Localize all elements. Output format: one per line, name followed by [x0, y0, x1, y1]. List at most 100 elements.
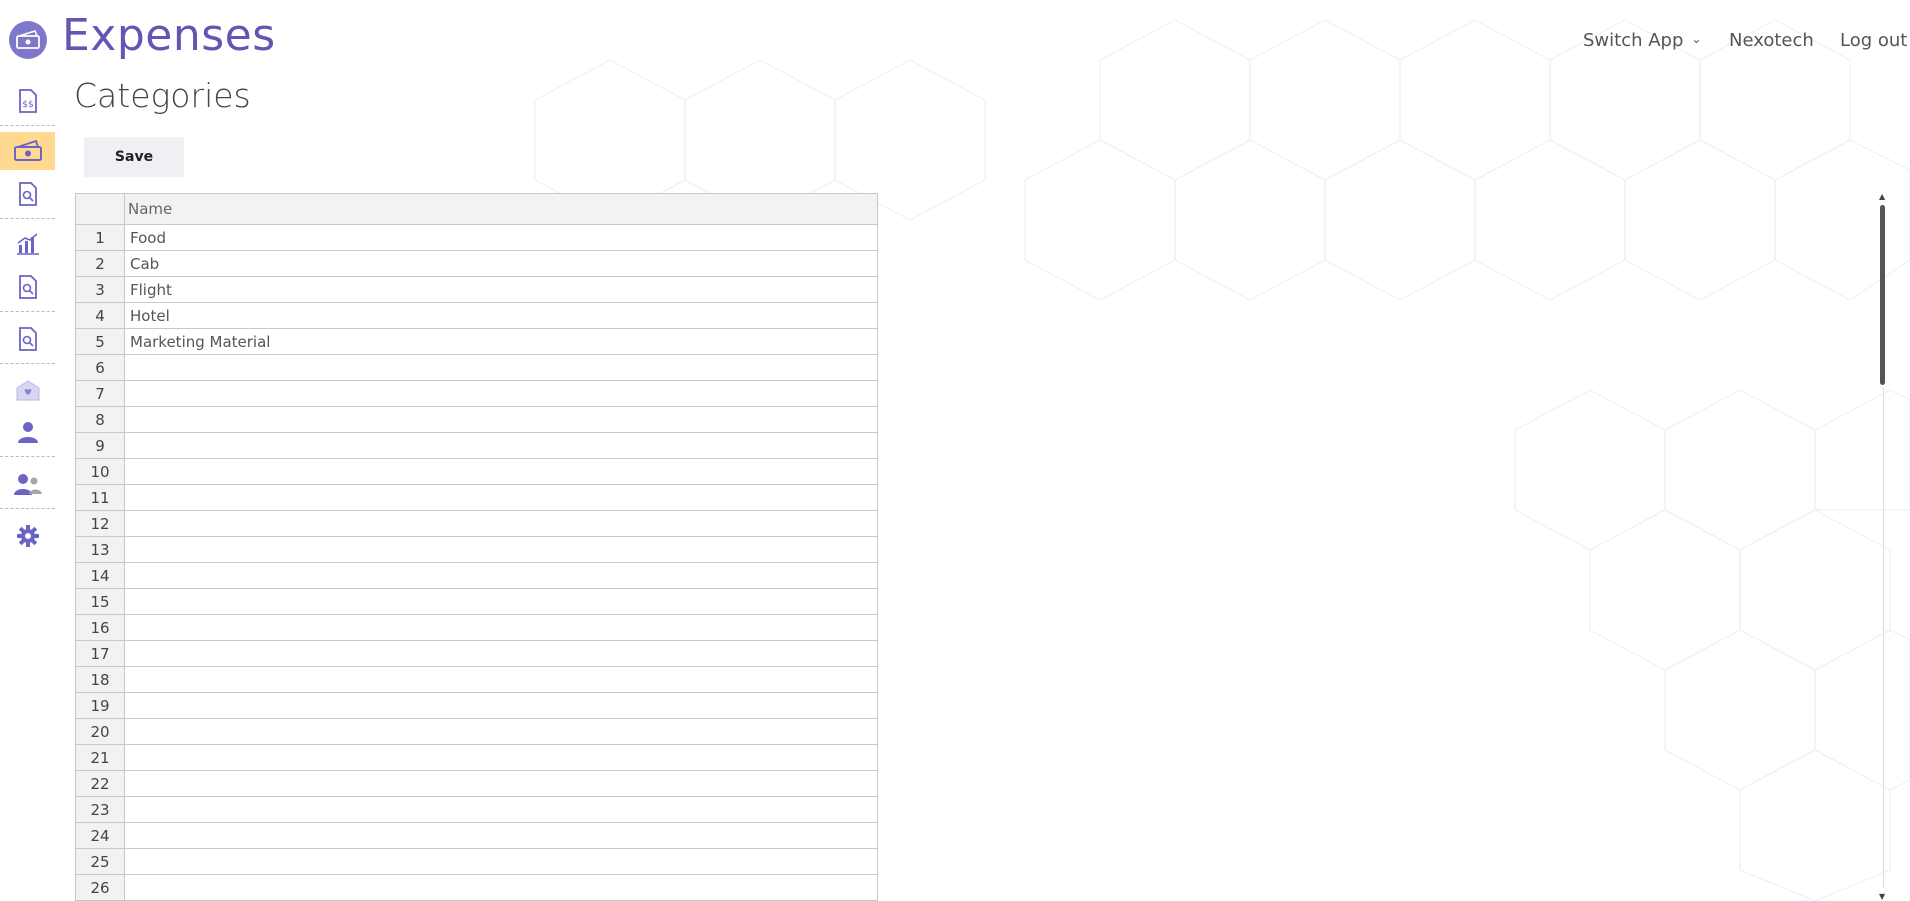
table-row: 1 Food: [75, 224, 878, 251]
row-number[interactable]: 12: [75, 510, 125, 537]
row-number[interactable]: 13: [75, 536, 125, 563]
row-number[interactable]: 6: [75, 354, 125, 381]
row-number[interactable]: 3: [75, 276, 125, 303]
table-row: 17: [75, 640, 878, 667]
row-number[interactable]: 9: [75, 432, 125, 459]
page-title: Categories: [74, 76, 251, 115]
sidebar: $$: [0, 80, 56, 901]
sidebar-item-settings[interactable]: [0, 517, 55, 555]
scroll-up-arrow-icon[interactable]: ▲: [1879, 193, 1885, 201]
name-cell[interactable]: [124, 770, 878, 797]
table-row: 25: [75, 848, 878, 875]
name-cell[interactable]: Hotel: [124, 302, 878, 329]
switch-app-label: Switch App: [1583, 30, 1684, 51]
name-cell[interactable]: [124, 692, 878, 719]
row-number[interactable]: 25: [75, 848, 125, 875]
row-number[interactable]: 23: [75, 796, 125, 823]
name-cell[interactable]: [124, 796, 878, 823]
table-row: 8: [75, 406, 878, 433]
logout-link[interactable]: Log out: [1840, 30, 1907, 51]
row-number[interactable]: 1: [75, 224, 125, 251]
name-cell[interactable]: [124, 458, 878, 485]
save-button[interactable]: Save: [84, 137, 184, 177]
table-row: 5 Marketing Material: [75, 328, 878, 355]
row-number[interactable]: 5: [75, 328, 125, 355]
row-number[interactable]: 4: [75, 302, 125, 329]
sidebar-item-invoices[interactable]: $$: [0, 82, 55, 120]
table-row: 20: [75, 718, 878, 745]
app-logo[interactable]: [9, 21, 47, 59]
name-cell[interactable]: [124, 822, 878, 849]
row-number[interactable]: 15: [75, 588, 125, 615]
name-cell[interactable]: [124, 848, 878, 875]
name-cell[interactable]: [124, 588, 878, 615]
switch-app-menu[interactable]: Switch App ⌄: [1583, 30, 1701, 51]
name-cell[interactable]: Flight: [124, 276, 878, 303]
name-cell[interactable]: [124, 536, 878, 563]
name-cell[interactable]: [124, 510, 878, 537]
table-row: 22: [75, 770, 878, 797]
user-icon: [17, 422, 38, 443]
name-cell[interactable]: [124, 406, 878, 433]
sidebar-item-analytics[interactable]: [0, 225, 55, 263]
row-number[interactable]: 18: [75, 666, 125, 693]
row-number[interactable]: 17: [75, 640, 125, 667]
name-cell[interactable]: [124, 718, 878, 745]
row-number[interactable]: 24: [75, 822, 125, 849]
table-row: 2 Cab: [75, 250, 878, 277]
name-cell[interactable]: [124, 354, 878, 381]
row-number[interactable]: 19: [75, 692, 125, 719]
table-row: 3 Flight: [75, 276, 878, 303]
table-row: 21: [75, 744, 878, 771]
table-row: 11: [75, 484, 878, 511]
name-cell[interactable]: [124, 874, 878, 901]
name-cell[interactable]: [124, 432, 878, 459]
categories-grid: Name 1 Food 2 Cab 3 Flight 4 Hotel 5 Marketing Ma…: [75, 193, 878, 901]
row-number[interactable]: 10: [75, 458, 125, 485]
row-number[interactable]: 14: [75, 562, 125, 589]
sidebar-item-audit[interactable]: [0, 320, 55, 358]
scrollbar-track[interactable]: [1883, 388, 1884, 888]
name-cell[interactable]: [124, 614, 878, 641]
document-search-icon: [18, 275, 37, 299]
document-search-icon: [18, 182, 37, 206]
row-number[interactable]: 7: [75, 380, 125, 407]
scroll-down-arrow-icon[interactable]: ▼: [1879, 893, 1885, 901]
name-cell[interactable]: Marketing Material: [124, 328, 878, 355]
row-number[interactable]: 26: [75, 874, 125, 901]
invoice-dollar-icon: $$: [18, 89, 37, 113]
vertical-scrollbar[interactable]: ▲ ▼: [1877, 193, 1887, 901]
table-row: 12: [75, 510, 878, 537]
name-cell[interactable]: [124, 484, 878, 511]
gear-icon: [16, 525, 39, 547]
sidebar-item-team[interactable]: [0, 465, 55, 503]
row-number[interactable]: 8: [75, 406, 125, 433]
sidebar-item-feedback[interactable]: [0, 372, 55, 410]
name-cell[interactable]: [124, 744, 878, 771]
sidebar-item-reports[interactable]: [0, 175, 55, 213]
row-number[interactable]: 22: [75, 770, 125, 797]
grid-corner-cell[interactable]: [75, 193, 125, 225]
column-header-name[interactable]: Name: [124, 193, 878, 225]
row-number[interactable]: 21: [75, 744, 125, 771]
name-cell[interactable]: [124, 666, 878, 693]
row-number[interactable]: 11: [75, 484, 125, 511]
scrollbar-thumb[interactable]: [1880, 205, 1885, 385]
sidebar-item-documents[interactable]: [0, 268, 55, 306]
sidebar-item-profile[interactable]: [0, 413, 55, 451]
organization-link[interactable]: Nexotech: [1729, 30, 1814, 51]
row-number[interactable]: 20: [75, 718, 125, 745]
row-number[interactable]: 16: [75, 614, 125, 641]
app-title[interactable]: Expenses: [62, 10, 276, 61]
name-cell[interactable]: [124, 562, 878, 589]
name-cell[interactable]: [124, 640, 878, 667]
table-row: 4 Hotel: [75, 302, 878, 329]
name-cell[interactable]: Cab: [124, 250, 878, 277]
name-cell[interactable]: Food: [124, 224, 878, 251]
name-cell[interactable]: [124, 380, 878, 407]
row-number[interactable]: 2: [75, 250, 125, 277]
sidebar-item-expenses[interactable]: [0, 132, 55, 170]
document-search-icon: [18, 327, 37, 351]
table-row: 26: [75, 874, 878, 901]
grid-body: 1 Food 2 Cab 3 Flight 4 Hotel 5 Marketing Materia…: [75, 224, 878, 901]
